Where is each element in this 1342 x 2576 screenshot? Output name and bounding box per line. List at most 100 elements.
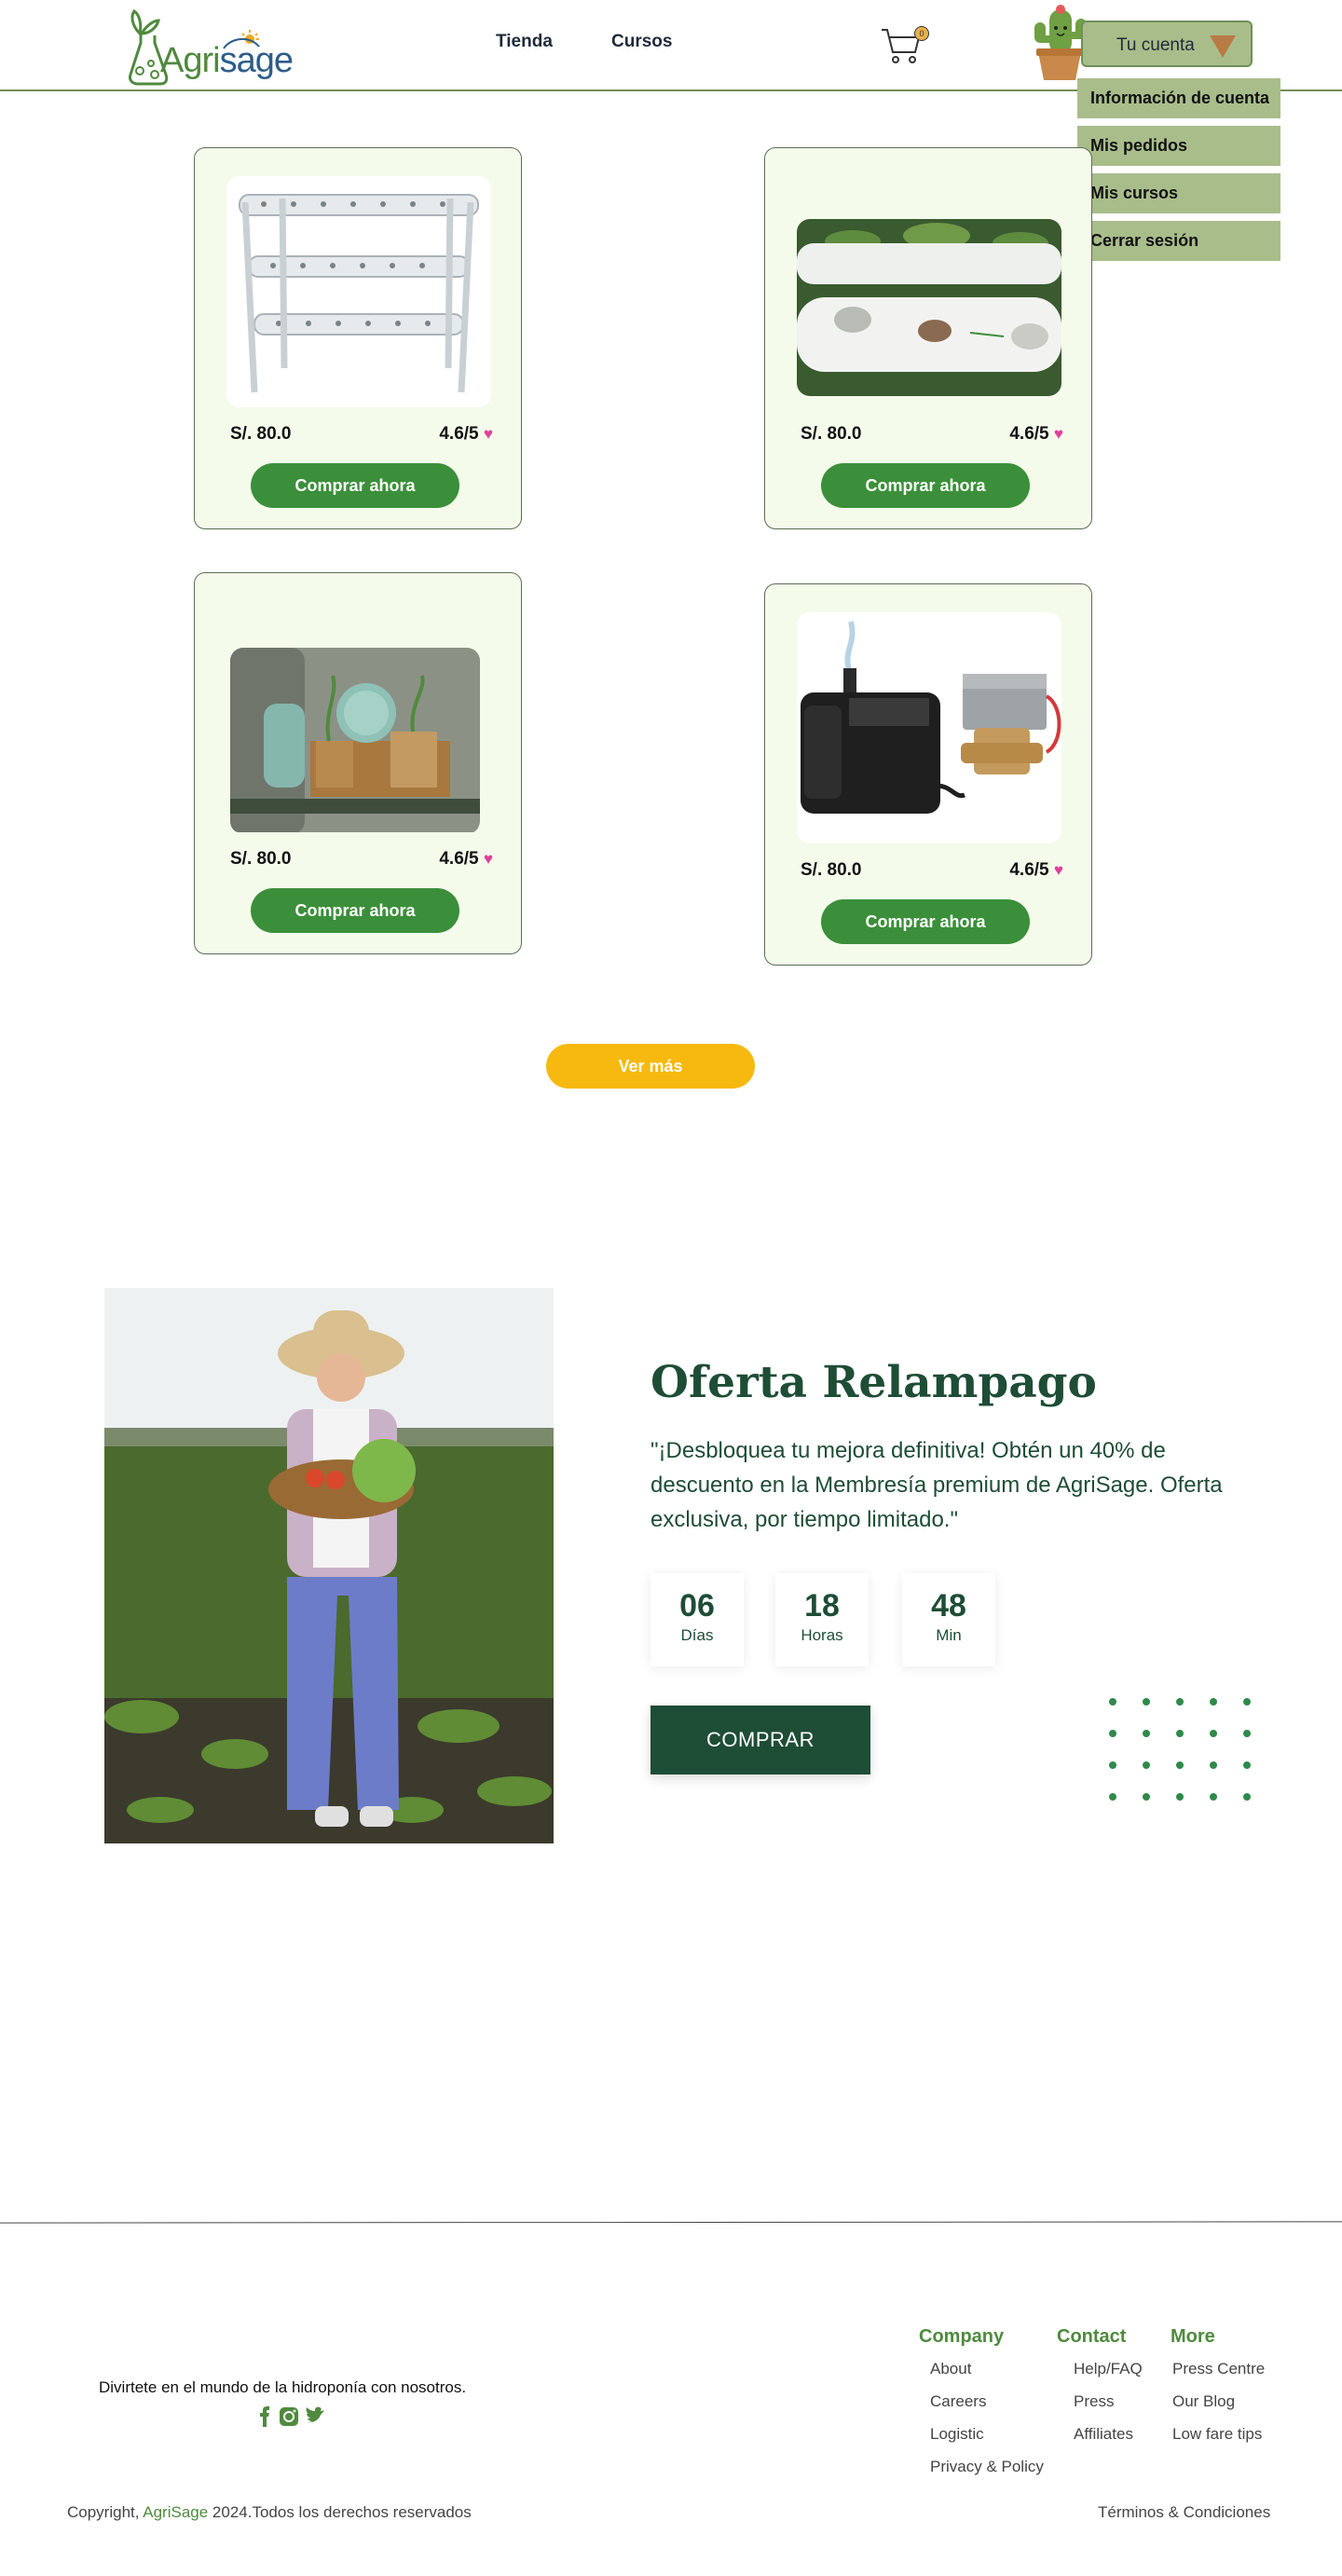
dot: [1143, 1761, 1150, 1769]
product-price: S/. 80.0: [801, 424, 862, 444]
buy-now-button[interactable]: Comprar ahora: [821, 899, 1030, 944]
heart-icon: ♥: [1053, 425, 1063, 443]
menu-item-my-orders[interactable]: Mis pedidos: [1077, 126, 1280, 166]
footer-link-help-faq[interactable]: Help/FAQ: [1074, 2360, 1143, 2378]
logo-text-agri: Agri: [160, 41, 221, 80]
page: Agrisage Tienda Cursos 0 Tu cuenta Infor…: [0, 0, 1342, 2576]
menu-item-my-courses[interactable]: Mis cursos: [1077, 173, 1280, 213]
decorative-dots: [1109, 1698, 1258, 1810]
footer-tagline: Divirtete en el mundo de la hidroponía c…: [99, 2378, 467, 2396]
buy-offer-button[interactable]: COMPRAR: [650, 1706, 870, 1774]
footer-link-logistic[interactable]: Logistic: [930, 2425, 984, 2444]
countdown-hours-label: Horas: [801, 1626, 843, 1644]
footer-more-title: More: [1171, 2326, 1215, 2347]
cart-count-badge: 0: [914, 26, 929, 41]
hydroponic-pipe-image: [797, 219, 1061, 396]
buy-now-button[interactable]: Comprar ahora: [251, 463, 459, 508]
dot: [1176, 1761, 1184, 1769]
account-dropdown: Información de cuenta Mis pedidos Mis cu…: [1077, 78, 1280, 268]
nav-tienda-link[interactable]: Tienda: [496, 32, 553, 52]
greenhouse-pots-image: [230, 648, 480, 832]
product-image-shelf[interactable]: [226, 176, 491, 407]
dot: [1109, 1698, 1116, 1706]
dot: [1210, 1698, 1217, 1706]
footer-link-about[interactable]: About: [930, 2360, 971, 2378]
dot: [1143, 1730, 1150, 1737]
dot: [1176, 1730, 1184, 1737]
product-rating-value: 4.6/5: [439, 424, 479, 444]
countdown-hours-value: 18: [804, 1588, 840, 1624]
footer-link-press-centre[interactable]: Press Centre: [1172, 2360, 1265, 2378]
footer-company-title: Company: [919, 2326, 1005, 2347]
cart-button[interactable]: 0: [880, 24, 929, 67]
account-menu-button[interactable]: Tu cuenta: [1081, 21, 1253, 67]
agrisage-logo[interactable]: Agrisage: [119, 6, 294, 86]
offer-description: "¡Desbloquea tu mejora definitiva! Obtén…: [650, 1438, 1223, 1532]
footer-link-our-blog[interactable]: Our Blog: [1172, 2392, 1235, 2411]
copyright-prefix: Copyright,: [67, 2503, 144, 2521]
instagram-icon[interactable]: [280, 2407, 298, 2426]
dot: [1176, 1698, 1184, 1706]
copyright-text: Copyright, AgriSage 2024.Todos los derec…: [67, 2503, 472, 2522]
product-card: S/. 80.0 4.6/5 ♥ Comprar ahora: [194, 572, 522, 954]
dot: [1143, 1698, 1150, 1706]
dot: [1210, 1730, 1217, 1737]
heart-icon: ♥: [1053, 861, 1063, 879]
hydroponic-shelf-image: [226, 176, 491, 407]
product-image-pump[interactable]: [797, 612, 1061, 843]
dot: [1109, 1730, 1116, 1737]
footer-link-careers[interactable]: Careers: [930, 2392, 986, 2411]
product-card: S/. 80.0 4.6/5 ♥ Comprar ahora: [764, 583, 1092, 966]
footer-link-affiliates[interactable]: Affiliates: [1074, 2425, 1133, 2444]
social-links: [255, 2405, 330, 2429]
product-rating: 4.6/5 ♥: [439, 849, 493, 870]
product-rating: 4.6/5 ♥: [439, 424, 493, 445]
footer-divider: [0, 2221, 1342, 2224]
product-rating-value: 4.6/5: [1009, 424, 1049, 444]
product-image-pipe[interactable]: [797, 176, 1061, 407]
twitter-icon[interactable]: [306, 2406, 324, 2423]
product-card: S/. 80.0 4.6/5 ♥ Comprar ahora: [764, 147, 1092, 529]
farmer-woman-image: [104, 1288, 554, 1843]
terms-link[interactable]: Términos & Condiciones: [1098, 2503, 1270, 2522]
product-image-greenhouse[interactable]: [226, 601, 491, 832]
countdown-minutes-label: Min: [936, 1626, 962, 1644]
menu-item-logout[interactable]: Cerrar sesión: [1077, 221, 1280, 261]
footer-link-press[interactable]: Press: [1074, 2392, 1114, 2411]
dot: [1210, 1761, 1217, 1769]
buy-now-button[interactable]: Comprar ahora: [251, 888, 459, 933]
facebook-icon[interactable]: [260, 2406, 269, 2427]
dot: [1143, 1793, 1150, 1801]
dot: [1243, 1730, 1251, 1737]
product-card: S/. 80.0 4.6/5 ♥ Comprar ahora: [194, 147, 522, 529]
product-rating: 4.6/5 ♥: [1009, 424, 1063, 445]
dot: [1210, 1793, 1217, 1801]
dot: [1109, 1793, 1116, 1801]
copyright-brand: AgriSage: [143, 2503, 209, 2521]
dot: [1176, 1793, 1184, 1801]
water-pump-image: [797, 612, 1061, 843]
menu-item-account-info[interactable]: Información de cuenta: [1077, 78, 1280, 118]
countdown-days-value: 06: [679, 1588, 715, 1624]
account-menu-label: Tu cuenta: [1116, 35, 1195, 55]
dot: [1109, 1761, 1116, 1769]
see-more-button[interactable]: Ver más: [546, 1044, 755, 1089]
farmer-photo: [104, 1288, 554, 1843]
countdown-minutes: 48 Min: [902, 1573, 995, 1666]
countdown-minutes-value: 48: [931, 1588, 966, 1624]
product-price: S/. 80.0: [801, 860, 862, 880]
footer-link-privacy[interactable]: Privacy & Policy: [930, 2458, 1044, 2476]
caret-down-icon: [1210, 35, 1236, 58]
footer-link-low-fare-tips[interactable]: Low fare tips: [1172, 2425, 1262, 2444]
product-rating: 4.6/5 ♥: [1009, 860, 1063, 881]
nav-cursos-link[interactable]: Cursos: [611, 32, 672, 52]
offer-title: Oferta Relampago: [650, 1357, 1097, 1408]
product-price: S/. 80.0: [230, 849, 292, 869]
logo-text-sage: sage: [219, 41, 294, 80]
countdown-days-label: Días: [680, 1626, 714, 1644]
product-price: S/. 80.0: [230, 424, 292, 444]
footer-contact-title: Contact: [1057, 2326, 1127, 2347]
product-rating-value: 4.6/5: [1009, 860, 1049, 880]
product-rating-value: 4.6/5: [439, 849, 479, 869]
buy-now-button[interactable]: Comprar ahora: [821, 463, 1030, 508]
